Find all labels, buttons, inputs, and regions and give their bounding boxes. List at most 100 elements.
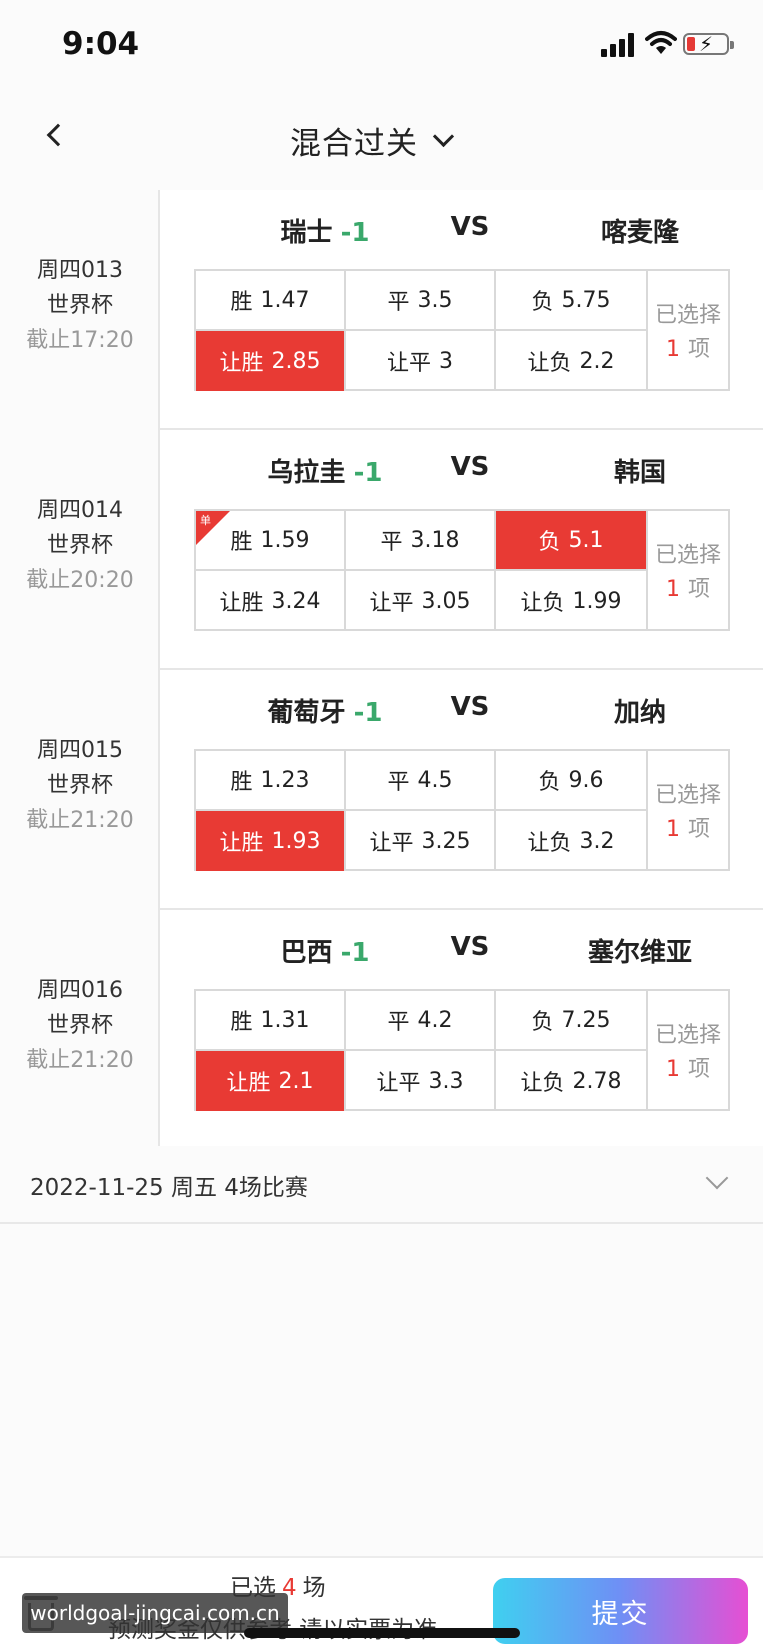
odds-option[interactable]: 负 9.6 <box>496 751 646 811</box>
picked-label: 已选择 <box>654 783 721 808</box>
match-league: 世界杯 <box>46 773 113 798</box>
match-info: 周四016 世界杯截止21:20 <box>0 910 160 1150</box>
picked-count: 1项 <box>648 811 728 843</box>
odds-label: 让平 <box>386 351 431 376</box>
submit-button[interactable]: 提交 <box>493 1578 748 1644</box>
picked-label: 已选择 <box>654 303 721 328</box>
date-group-row[interactable]: 2022-11-25 周五 4场比赛 <box>0 1146 763 1224</box>
odds-option[interactable]: 胜 1.23 <box>196 751 346 811</box>
teams-row: 巴西 -1 VS 塞尔维亚 <box>160 932 763 976</box>
odds-label: 让胜 <box>219 591 264 616</box>
odds-option[interactable]: 让平 3.25 <box>346 811 496 871</box>
odds-option[interactable]: 让平 3 <box>346 331 496 391</box>
back-button[interactable] <box>36 117 76 157</box>
handicap: -1 <box>340 938 370 968</box>
away-team-name: 塞尔维亚 <box>587 938 692 968</box>
odds-value: 3.24 <box>271 588 321 614</box>
odds-label: 让负 <box>520 1071 565 1096</box>
picked-count: 1项 <box>648 571 728 603</box>
home-team-name: 葡萄牙 <box>267 698 346 728</box>
match-code: 周四015 <box>37 738 123 763</box>
home-team-name: 乌拉圭 <box>267 458 346 488</box>
home-team: 巴西 -1 <box>200 932 450 969</box>
odds-grid: 单胜 1.59 平 3.18 负 5.1 让胜 3.24 让平 3.05 让负 1.99 <box>194 509 648 631</box>
match-code: 周四016 <box>37 978 123 1003</box>
odds-label: 负 <box>531 1010 554 1035</box>
chevron-down-icon <box>705 1166 729 1190</box>
odds-value: 4.2 <box>417 1007 453 1033</box>
odds-option[interactable]: 负 5.1 <box>496 511 646 571</box>
odds-value: 3.3 <box>428 1068 464 1094</box>
odds-option[interactable]: 单胜 1.59 <box>196 511 346 571</box>
handicap: -1 <box>353 458 383 488</box>
odds-option[interactable]: 让平 3.05 <box>346 571 496 631</box>
odds-value: 1.47 <box>260 287 310 313</box>
odds-value: 3 <box>439 348 453 374</box>
odds-option[interactable]: 让负 3.2 <box>496 811 646 871</box>
odds-option[interactable]: 负 7.25 <box>496 991 646 1051</box>
odds-value: 7.25 <box>561 1007 611 1033</box>
odds-option[interactable]: 让平 3.3 <box>346 1051 496 1111</box>
odds-label: 胜 <box>230 290 253 315</box>
odds-label: 让胜 <box>226 1071 271 1096</box>
odds-value: 3.18 <box>410 527 460 553</box>
picked-count-box[interactable]: 已选择 1 项 <box>648 989 730 1111</box>
home-team: 乌拉圭 -1 <box>200 452 450 489</box>
match-league: 世界杯 <box>46 293 113 318</box>
odds-value: 5.75 <box>561 287 611 313</box>
away-team-name: 韩国 <box>613 458 666 488</box>
picked-count-box[interactable]: 已选择 1 项 <box>648 269 730 391</box>
picked-unit: 项 <box>687 817 710 842</box>
odds-option[interactable]: 让胜 2.1 <box>196 1051 346 1111</box>
picked-count-box[interactable]: 已选择 1 项 <box>648 509 730 631</box>
odds-option[interactable]: 平 3.18 <box>346 511 496 571</box>
odds-option[interactable]: 胜 1.31 <box>196 991 346 1051</box>
handicap: -1 <box>340 218 370 248</box>
odds-label: 平 <box>387 770 410 795</box>
home-team-name: 巴西 <box>280 938 333 968</box>
match-info: 周四014 世界杯 截止20:20 <box>0 430 160 670</box>
signal-icon <box>601 33 637 57</box>
odds-value: 3.25 <box>421 828 471 854</box>
odds-option[interactable]: 让负 2.2 <box>496 331 646 391</box>
home-indicator <box>244 1628 520 1638</box>
match-league: 世界杯 <box>46 1013 113 1038</box>
match-card: 周四014 世界杯 截止20:20 乌拉圭 -1 VS 韩国单胜 1.59 平 3.18 负 5.1 让… <box>0 430 763 670</box>
odds-label: 胜 <box>230 770 253 795</box>
odds-option[interactable]: 胜 1.47 <box>196 271 346 331</box>
odds-value: 1.93 <box>271 828 321 854</box>
odds-value: 3.2 <box>579 828 615 854</box>
odds-label: 让平 <box>376 1071 421 1096</box>
away-team-name: 加纳 <box>613 698 666 728</box>
odds-value: 9.6 <box>568 767 604 793</box>
picked-label: 已选择 <box>654 1023 721 1048</box>
odds-value: 2.78 <box>572 1068 622 1094</box>
odds-value: 1.23 <box>260 767 310 793</box>
wifi-icon <box>645 31 677 54</box>
status-bar: 9:04 ⚡ <box>0 0 763 95</box>
odds-option[interactable]: 平 3.5 <box>346 271 496 331</box>
selected-suffix: 场 <box>302 1575 326 1601</box>
home-team: 瑞士 -1 <box>200 212 450 249</box>
match-card: 周四013 世界杯 截止17:20 瑞士 -1 VS 喀麦隆胜 1.47 平 3.5 负 5.75 让胜… <box>0 190 763 430</box>
match-deadline: 截止21:20 <box>26 1048 134 1073</box>
odds-option[interactable]: 让负 1.99 <box>496 571 646 631</box>
picked-unit: 项 <box>687 337 710 362</box>
picked-count-number: 1 <box>665 577 680 602</box>
odds-option[interactable]: 让胜 3.24 <box>196 571 346 631</box>
date-group-label: 2022-11-25 周五 4场比赛 <box>30 1175 308 1201</box>
picked-count: 1项 <box>648 1051 728 1083</box>
match-deadline: 截止21:20 <box>26 808 134 833</box>
page-title: 混合过关 <box>290 125 418 162</box>
picked-count-box[interactable]: 已选择 1 项 <box>648 749 730 871</box>
odds-option[interactable]: 让负 2.78 <box>496 1051 646 1111</box>
odds-option[interactable]: 负 5.75 <box>496 271 646 331</box>
odds-option[interactable]: 平 4.5 <box>346 751 496 811</box>
odds-label: 负 <box>531 290 554 315</box>
odds-option[interactable]: 让胜 2.85 <box>196 331 346 391</box>
match-deadline: 截止20:20 <box>26 568 134 593</box>
teams-row: 瑞士 -1 VS 喀麦隆 <box>160 212 763 256</box>
play-type-dropdown[interactable]: 混合过关 <box>290 115 455 165</box>
odds-option[interactable]: 平 4.2 <box>346 991 496 1051</box>
odds-option[interactable]: 让胜 1.93 <box>196 811 346 871</box>
